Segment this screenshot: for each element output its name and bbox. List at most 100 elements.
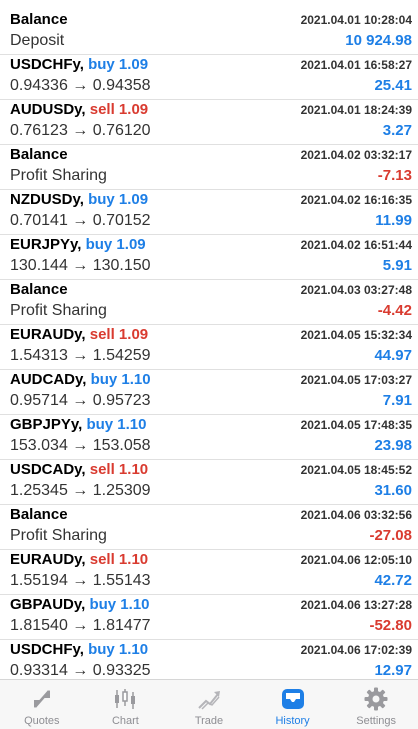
chart-icon: [112, 686, 138, 712]
direction-label: buy 1.10: [89, 596, 150, 613]
deal-title: EURAUDy, sell 1.09: [10, 326, 148, 343]
balance-comment: Profit Sharing: [10, 167, 107, 184]
tab-label-quotes: Quotes: [24, 715, 60, 727]
symbol-label: USDCHFy,: [10, 641, 84, 658]
timestamp: 2021.04.05 18:45:52: [300, 463, 412, 477]
tab-history[interactable]: History: [251, 680, 335, 729]
profit-amount: 44.97: [374, 347, 412, 364]
timestamp: 2021.04.01 10:28:04: [300, 13, 412, 27]
price-range: 130.144 → 130.150: [10, 257, 151, 274]
deal-title: EURAUDy, sell 1.10: [10, 551, 148, 568]
timestamp: 2021.04.05 15:32:34: [300, 328, 412, 342]
balance-row[interactable]: Balance 2021.04.06 03:32:56 Profit Sharing…: [0, 505, 418, 550]
trade-row[interactable]: EURAUDy, sell 1.10 2021.04.06 12:05:10 1.5…: [0, 550, 418, 595]
symbol-label: USDCADy,: [10, 461, 86, 478]
profit-amount: -27.08: [369, 527, 412, 544]
trade-row[interactable]: USDCADy, sell 1.10 2021.04.05 18:45:52 1.2…: [0, 460, 418, 505]
tab-trade[interactable]: Trade: [167, 680, 251, 729]
direction-label: sell 1.09: [89, 101, 149, 118]
symbol-label: GBPAUDy,: [10, 596, 86, 613]
price-range: 1.81540 → 1.81477: [10, 617, 151, 634]
balance-row[interactable]: Balance 2021.04.03 03:27:48 Profit Sharing…: [0, 280, 418, 325]
direction-label: buy 1.09: [88, 56, 149, 73]
price-range: 0.76123 → 0.76120: [10, 122, 151, 139]
balance-row[interactable]: Balance 2021.04.02 03:32:17 Profit Sharing…: [0, 145, 418, 190]
deal-title: USDCADy, sell 1.10: [10, 461, 148, 478]
profit-amount: 31.60: [374, 482, 412, 499]
direction-label: buy 1.09: [88, 191, 149, 208]
price-range: 0.95714 → 0.95723: [10, 392, 151, 409]
tab-quotes[interactable]: Quotes: [0, 680, 84, 729]
direction-label: sell 1.10: [89, 551, 149, 568]
timestamp: 2021.04.06 03:32:56: [300, 508, 412, 522]
balance-title: Balance: [10, 11, 68, 28]
trade-row[interactable]: EURAUDy, sell 1.09 2021.04.05 15:32:34 1.5…: [0, 325, 418, 370]
deal-title: GBPJPYy, buy 1.10: [10, 416, 146, 433]
trade-row[interactable]: GBPAUDy, buy 1.10 2021.04.06 13:27:28 1.81…: [0, 595, 418, 640]
profit-amount: 7.91: [382, 392, 412, 409]
profit-amount: 23.98: [374, 437, 412, 454]
profit-amount: -4.42: [377, 302, 412, 319]
trade-row[interactable]: EURJPYy, buy 1.09 2021.04.02 16:51:44 130.…: [0, 235, 418, 280]
deal-title: USDCHFy, buy 1.10: [10, 641, 148, 658]
direction-label: sell 1.09: [89, 326, 149, 343]
trade-row[interactable]: GBPJPYy, buy 1.10 2021.04.05 17:48:35 153.…: [0, 415, 418, 460]
deal-title: AUDCADy, buy 1.10: [10, 371, 151, 388]
deal-title: GBPAUDy, buy 1.10: [10, 596, 150, 613]
deal-title: NZDUSDy, buy 1.09: [10, 191, 148, 208]
trade-row[interactable]: AUDUSDy, sell 1.09 2021.04.01 18:24:39 0.7…: [0, 100, 418, 145]
profit-amount: 42.72: [374, 572, 412, 589]
balance-comment: Deposit: [10, 32, 65, 49]
symbol-label: EURJPYy,: [10, 236, 82, 253]
symbol-label: NZDUSDy,: [10, 191, 84, 208]
profit-amount: 12.97: [374, 662, 412, 679]
balance-title: Balance: [10, 506, 68, 523]
tab-bar: Quotes Chart Trade History Settings: [0, 679, 418, 729]
timestamp: 2021.04.05 17:48:35: [300, 418, 412, 432]
trade-row[interactable]: AUDCADy, buy 1.10 2021.04.05 17:03:27 0.95…: [0, 370, 418, 415]
timestamp: 2021.04.01 16:58:27: [300, 58, 412, 72]
direction-label: buy 1.10: [90, 371, 151, 388]
trade-icon: [196, 686, 222, 712]
trade-row[interactable]: NZDUSDy, buy 1.09 2021.04.02 16:16:35 0.70…: [0, 190, 418, 235]
price-range: 1.54313 → 1.54259: [10, 347, 151, 364]
symbol-label: EURAUDy,: [10, 551, 86, 568]
price-range: 0.70141 → 0.70152: [10, 212, 151, 229]
price-range: 1.25345 → 1.25309: [10, 482, 151, 499]
profit-amount: 5.91: [382, 257, 412, 274]
settings-icon: [363, 686, 389, 712]
balance-row[interactable]: Balance 2021.04.01 10:28:04 Deposit 10 924.…: [0, 10, 418, 55]
balance-comment: Profit Sharing: [10, 302, 107, 319]
profit-amount: 11.99: [375, 212, 412, 229]
profit-amount: -52.80: [369, 617, 412, 634]
profit-amount: 25.41: [374, 77, 412, 94]
timestamp: 2021.04.02 03:32:17: [300, 148, 412, 162]
balance-title: Balance: [10, 146, 68, 163]
price-range: 0.93314 → 0.93325: [10, 662, 151, 679]
price-range: 0.94336 → 0.94358: [10, 77, 151, 94]
price-range: 153.034 → 153.058: [10, 437, 151, 454]
direction-label: buy 1.10: [88, 641, 149, 658]
balance-comment: Profit Sharing: [10, 527, 107, 544]
deal-title: AUDUSDy, sell 1.09: [10, 101, 148, 118]
price-range: 1.55194 → 1.55143: [10, 572, 151, 589]
direction-label: buy 1.10: [86, 416, 147, 433]
direction-label: sell 1.10: [89, 461, 149, 478]
trade-row[interactable]: USDCHFy, buy 1.09 2021.04.01 16:58:27 0.94…: [0, 55, 418, 100]
quotes-icon: [29, 686, 55, 712]
timestamp: 2021.04.01 18:24:39: [300, 103, 412, 117]
symbol-label: USDCHFy,: [10, 56, 84, 73]
timestamp: 2021.04.02 16:51:44: [300, 238, 412, 252]
timestamp: 2021.04.03 03:27:48: [300, 283, 412, 297]
deal-title: EURJPYy, buy 1.09: [10, 236, 146, 253]
tab-chart[interactable]: Chart: [84, 680, 168, 729]
timestamp: 2021.04.06 17:02:39: [300, 643, 412, 657]
profit-amount: 10 924.98: [345, 32, 412, 49]
tab-settings[interactable]: Settings: [334, 680, 418, 729]
timestamp: 2021.04.06 12:05:10: [300, 553, 412, 567]
profit-amount: -7.13: [377, 167, 412, 184]
symbol-label: AUDUSDy,: [10, 101, 86, 118]
history-list[interactable]: Balance 2021.04.01 10:28:04 Deposit 10 924.…: [0, 10, 418, 685]
tab-label-trade: Trade: [194, 715, 224, 727]
tab-label-history: History: [275, 715, 310, 727]
